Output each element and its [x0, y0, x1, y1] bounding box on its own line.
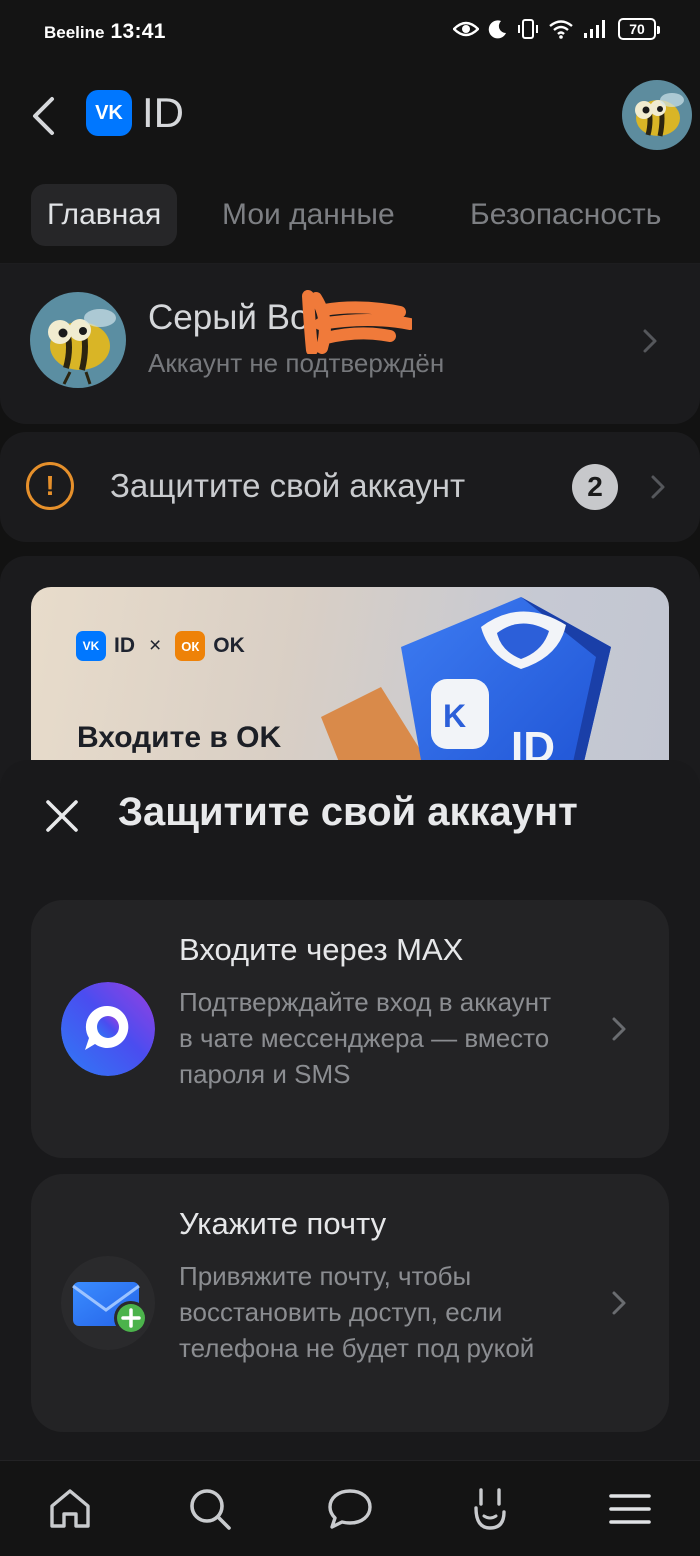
wifi-icon	[549, 20, 573, 39]
vk-logo-mark: VK	[95, 101, 123, 124]
option-max-login[interactable]: Входите через MAX Подтверждайте вход в а…	[31, 900, 669, 1158]
chevron-right-icon	[612, 1291, 626, 1315]
count-badge: 2	[572, 464, 618, 510]
chevron-right-icon	[612, 1017, 626, 1041]
close-icon	[46, 800, 78, 832]
nav-home[interactable]	[42, 1483, 98, 1535]
nav-messages[interactable]	[322, 1483, 378, 1535]
nav-search[interactable]	[182, 1483, 238, 1535]
svg-text:K: K	[443, 698, 466, 734]
option-title: Укажите почту	[179, 1206, 387, 1241]
protect-account-row[interactable]: ! Защитите свой аккаунт 2	[0, 432, 700, 542]
bee-avatar-image	[622, 80, 692, 150]
tab-security[interactable]: Безопасность	[470, 184, 661, 246]
tab-my-data[interactable]: Мои данные	[222, 184, 395, 246]
status-time: 13:41	[110, 20, 166, 43]
profile-card[interactable]: Серый Во Аккаунт не подтверждён	[0, 264, 700, 424]
promo-title: Входите в OK	[77, 721, 282, 754]
app-header: VK ID	[0, 62, 700, 170]
option-description: Привяжите почту, чтобы восстановить дост…	[179, 1261, 535, 1363]
moon-icon	[488, 20, 506, 39]
carrier-name: Beeline	[44, 23, 105, 42]
promo-logo-vk-text: ID	[114, 634, 135, 657]
option-description: Подтверждайте вход в аккаунт в чате месс…	[179, 987, 551, 1089]
protect-account-sheet: Защитите свой аккаунт Входите через MAX …	[0, 760, 700, 1460]
menu-icon	[609, 1494, 651, 1524]
bottom-nav	[0, 1460, 700, 1556]
profile-avatar	[30, 292, 126, 388]
battery-level: 70	[629, 21, 645, 37]
vibrate-icon	[518, 19, 538, 39]
ok-logo-icon: ОК	[175, 631, 206, 661]
battery-icon: 70	[618, 18, 660, 40]
option-add-email[interactable]: Укажите почту Привяжите почту, чтобы вос…	[31, 1174, 669, 1432]
services-icon	[474, 1488, 506, 1530]
chevron-right-icon	[651, 475, 665, 499]
max-messenger-icon	[61, 982, 155, 1076]
tab-main[interactable]: Главная	[31, 184, 178, 246]
promo-logos: VK ID × ОК OK	[76, 631, 245, 661]
home-icon	[50, 1489, 90, 1528]
search-icon	[190, 1489, 231, 1530]
status-bar: Beeline 13:41 70	[0, 0, 700, 62]
redaction-scribble	[302, 290, 412, 354]
nav-menu[interactable]	[602, 1483, 658, 1535]
logo-id-text: ID	[142, 89, 184, 136]
vk-logo-icon: VK	[76, 631, 106, 661]
chevron-right-icon	[643, 329, 657, 353]
back-button[interactable]	[22, 90, 64, 142]
chat-icon	[328, 1489, 372, 1529]
warning-icon: !	[26, 462, 74, 510]
chevron-left-icon	[33, 97, 54, 135]
signal-icon	[584, 20, 605, 38]
mail-add-icon	[61, 1256, 155, 1350]
promo-logo-ok-text: OK	[213, 634, 245, 657]
sheet-title: Защитите свой аккаунт	[118, 790, 578, 834]
bee-avatar-image	[30, 292, 126, 388]
nav-services[interactable]	[462, 1483, 518, 1535]
option-title: Входите через MAX	[179, 932, 464, 967]
close-button[interactable]	[40, 794, 84, 838]
tab-bar: Главная Мои данные Безопасность	[0, 170, 700, 264]
status-icons: 70	[453, 18, 660, 40]
profile-status: Аккаунт не подтверждён	[148, 348, 445, 378]
vk-logo: VK	[86, 90, 132, 136]
profile-name: Серый Во	[148, 298, 310, 337]
eye-icon	[453, 21, 479, 37]
user-avatar[interactable]	[622, 80, 692, 150]
status-left: Beeline 13:41	[44, 20, 166, 44]
promo-separator: ×	[149, 634, 162, 657]
protect-account-label: Защитите свой аккаунт	[110, 467, 466, 504]
